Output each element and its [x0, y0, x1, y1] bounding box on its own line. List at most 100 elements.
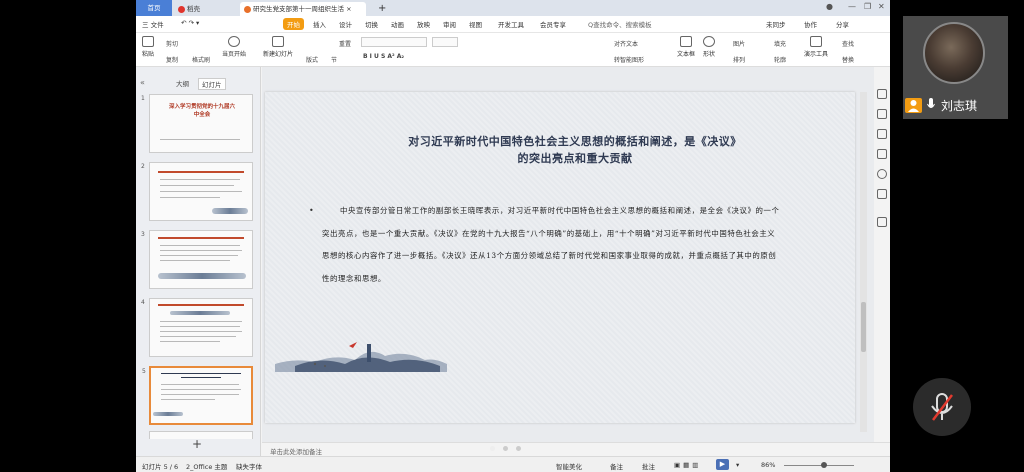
- replace-button[interactable]: 替换: [842, 55, 854, 64]
- view-mode-icons[interactable]: ▣▦▥: [674, 461, 701, 469]
- pin-icon[interactable]: [877, 129, 887, 139]
- collapse-icon[interactable]: «: [140, 78, 145, 87]
- collab-button[interactable]: 协作: [804, 19, 817, 29]
- align-text-button[interactable]: 对齐文本: [614, 39, 638, 48]
- font-select[interactable]: [361, 37, 427, 47]
- menu-view[interactable]: 视图: [469, 19, 482, 29]
- new-slide-button[interactable]: 新建幻灯片: [263, 36, 293, 58]
- menu-insert[interactable]: 插入: [313, 19, 326, 29]
- layout-button[interactable]: 版式: [306, 55, 318, 64]
- new-tab-button[interactable]: +: [374, 2, 388, 16]
- avatar[interactable]: ●: [826, 2, 833, 11]
- cube-icon[interactable]: [877, 217, 887, 227]
- slide-thumbnail-4[interactable]: 4: [141, 298, 253, 357]
- arrange-button[interactable]: 排列: [733, 55, 745, 64]
- picture-button[interactable]: 图片: [733, 39, 745, 48]
- tab-outline[interactable]: 大纲: [176, 78, 189, 88]
- current-slide[interactable]: 对习近平新时代中国特色社会主义思想的概括和阐述，是《决议》 的突出亮点和重大贡献…: [265, 92, 855, 423]
- maximize-icon[interactable]: ❐: [864, 2, 871, 11]
- help-icon[interactable]: [877, 169, 887, 179]
- mute-toggle-button[interactable]: [913, 378, 971, 436]
- presentation-app: 首页 稻壳 研究生党支部第十一周组织生活 × + ● — ❐ ✕ 三 文件 ↶ …: [136, 0, 890, 472]
- thumb-number: 2: [141, 163, 145, 170]
- tab-slides[interactable]: 幻灯片: [198, 78, 226, 90]
- ppt-icon: [244, 5, 251, 13]
- font-size-select[interactable]: [432, 37, 458, 47]
- thumb-line: [160, 250, 242, 251]
- comment-button[interactable]: 批注: [642, 461, 655, 471]
- tab-document[interactable]: 研究生党支部第十一周组织生活 ×: [240, 2, 366, 16]
- show-tools-icon: [810, 36, 822, 47]
- close-icon[interactable]: ✕: [878, 2, 885, 11]
- zoom-slider[interactable]: [784, 465, 854, 466]
- slide-thumbnail-3[interactable]: 3: [141, 230, 253, 289]
- mountain-decoration: [275, 342, 447, 372]
- page-dot: [490, 446, 495, 451]
- sync-status[interactable]: 未同步: [766, 19, 786, 29]
- shape-button[interactable]: 形状: [703, 36, 715, 58]
- settings-icon[interactable]: [877, 149, 887, 159]
- scrollbar-thumb[interactable]: [861, 302, 866, 352]
- slide-thumbnail-1[interactable]: 1 深入学习贯彻党的十九届六中全会: [141, 94, 253, 153]
- menu-review[interactable]: 审阅: [443, 19, 456, 29]
- new-slide-label: 新建幻灯片: [263, 51, 294, 58]
- picture-icon[interactable]: [877, 189, 887, 199]
- notes-area[interactable]: 单击此处添加备注: [262, 442, 890, 456]
- text-box-button[interactable]: 文本框: [677, 36, 695, 58]
- slide-body-text[interactable]: 中央宣传部分管日常工作的副部长王晓晖表示，对习近平新时代中国特色社会主义思想的概…: [322, 200, 782, 290]
- slide-thumbnail-5[interactable]: 5: [142, 366, 253, 425]
- slide-title-line-1[interactable]: 对习近平新时代中国特色社会主义思想的概括和阐述，是《决议》: [295, 133, 855, 149]
- reset-button[interactable]: 重置: [339, 39, 351, 48]
- convert-smartart-button[interactable]: 转智能图形: [614, 55, 644, 64]
- thumb-title-bar: [161, 373, 241, 374]
- fill-button[interactable]: 填充: [774, 39, 786, 48]
- slide-title-line-2[interactable]: 的突出亮点和重大贡献: [295, 150, 855, 166]
- text-box-label: 文本框: [677, 51, 696, 58]
- tab-daoke[interactable]: 稻壳: [174, 2, 230, 16]
- participant-video-tile[interactable]: 刘志琪: [903, 16, 1008, 119]
- minimize-icon[interactable]: —: [848, 2, 856, 11]
- play-slideshow-button[interactable]: ▶: [716, 459, 729, 470]
- new-slide-icon: [272, 36, 284, 47]
- transform-icon[interactable]: [877, 109, 887, 119]
- menu-design[interactable]: 设计: [339, 19, 352, 29]
- show-tools-button[interactable]: 演示工具: [804, 36, 828, 58]
- tab-home[interactable]: 首页: [136, 0, 172, 16]
- thumb-line: [160, 185, 234, 186]
- undo-icon[interactable]: ↶ ↷ ▾: [181, 19, 199, 27]
- from-start-button[interactable]: 当页开始: [222, 36, 246, 58]
- slideshow-dropdown-icon[interactable]: ▾: [736, 461, 739, 469]
- find-button[interactable]: 查找: [842, 39, 854, 48]
- missing-font[interactable]: 缺失字体: [236, 461, 262, 471]
- thumb-mountain: [158, 273, 246, 279]
- menu-slideshow[interactable]: 放映: [417, 19, 430, 29]
- share-button[interactable]: 分享: [836, 19, 849, 29]
- copy-button[interactable]: 复制: [166, 55, 178, 64]
- show-tools-label: 演示工具: [804, 51, 829, 58]
- format-painter-button[interactable]: 格式刷: [192, 55, 210, 64]
- search-input[interactable]: Q查找命令、搜索模板: [588, 19, 652, 29]
- menu-animation[interactable]: 动画: [391, 19, 404, 29]
- menu-member[interactable]: 会员专享: [540, 19, 566, 29]
- paste-button[interactable]: 粘贴: [142, 36, 154, 58]
- menu-file[interactable]: 三 文件: [142, 19, 164, 29]
- tab-document-label: 研究生党支部第十一周组织生活: [253, 5, 344, 13]
- slide-thumbnail-2[interactable]: 2: [141, 162, 253, 221]
- vertical-scrollbar[interactable]: [860, 92, 867, 432]
- text-format-icons[interactable]: B I U S A² A₂: [363, 53, 404, 60]
- menu-switch[interactable]: 切换: [365, 19, 378, 29]
- text-box-icon: [680, 36, 692, 47]
- zoom-slider-handle[interactable]: [821, 462, 827, 468]
- cut-button[interactable]: 剪切: [166, 39, 178, 48]
- thumb-line: [160, 255, 238, 256]
- thumb-title-bar: [181, 377, 221, 378]
- add-slide-button[interactable]: +: [192, 437, 202, 451]
- smart-beautify-button[interactable]: 智能美化: [556, 461, 582, 471]
- section-button[interactable]: 节: [331, 55, 337, 64]
- notes-button[interactable]: 备注: [610, 461, 623, 471]
- menu-dev[interactable]: 开发工具: [498, 19, 524, 29]
- menu-start[interactable]: 开始: [283, 18, 304, 30]
- property-icon[interactable]: [877, 89, 887, 99]
- outline-button[interactable]: 轮廓: [774, 55, 786, 64]
- status-bar: 幻灯片 5 / 6 2_Office 主题 缺失字体 智能美化 备注 批注 ▣▦…: [136, 456, 890, 472]
